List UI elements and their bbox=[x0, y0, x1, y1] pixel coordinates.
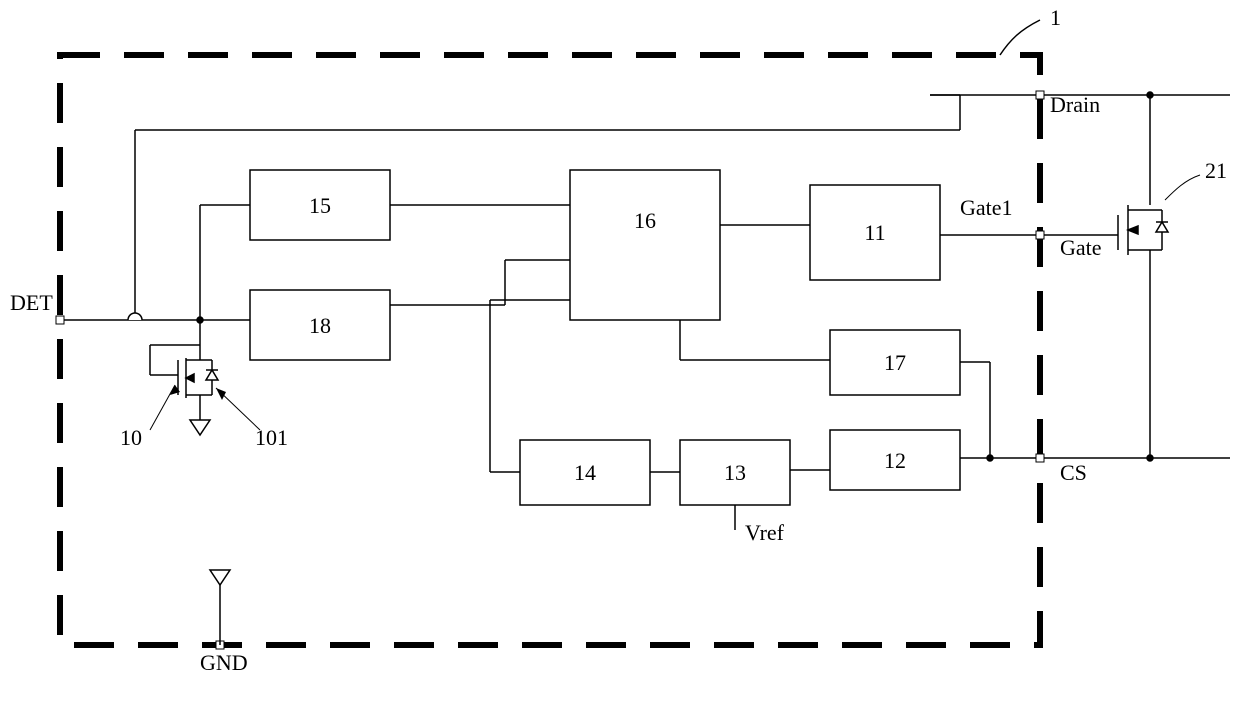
pin-cs bbox=[1036, 454, 1044, 462]
internal-mosfet bbox=[178, 355, 218, 398]
block-11-label: 11 bbox=[864, 220, 885, 245]
block-diagram: 1 DET GND Drain Gate Gate1 CS 15 18 16 1… bbox=[0, 0, 1240, 709]
gnd-symbol-internal bbox=[210, 570, 230, 585]
block-16-label: 16 bbox=[634, 208, 656, 233]
block-14-label: 14 bbox=[574, 460, 596, 485]
vref-label: Vref bbox=[745, 520, 785, 545]
internal-fet-ground bbox=[190, 420, 210, 435]
ref-10: 10 bbox=[120, 425, 142, 450]
ref-101: 101 bbox=[255, 425, 288, 450]
block-16 bbox=[570, 170, 720, 320]
block-12-label: 12 bbox=[884, 448, 906, 473]
pin-gate-label: Gate bbox=[1060, 235, 1102, 260]
leader-ic-ref bbox=[1000, 20, 1040, 55]
block-18-label: 18 bbox=[309, 313, 331, 338]
external-mosfet bbox=[1044, 92, 1230, 461]
pin-gnd-label: GND bbox=[200, 650, 248, 675]
block-13-label: 13 bbox=[724, 460, 746, 485]
pin-det bbox=[56, 316, 64, 324]
pin-drain bbox=[1036, 91, 1044, 99]
ref-21: 21 bbox=[1205, 158, 1227, 183]
block-15-label: 15 bbox=[309, 193, 331, 218]
block-17-label: 17 bbox=[884, 350, 906, 375]
pin-det-label: DET bbox=[10, 290, 53, 315]
pin-cs-label: CS bbox=[1060, 460, 1087, 485]
ic-ref-label: 1 bbox=[1050, 5, 1061, 30]
gate1-label: Gate1 bbox=[960, 195, 1013, 220]
pin-gate bbox=[1036, 231, 1044, 239]
